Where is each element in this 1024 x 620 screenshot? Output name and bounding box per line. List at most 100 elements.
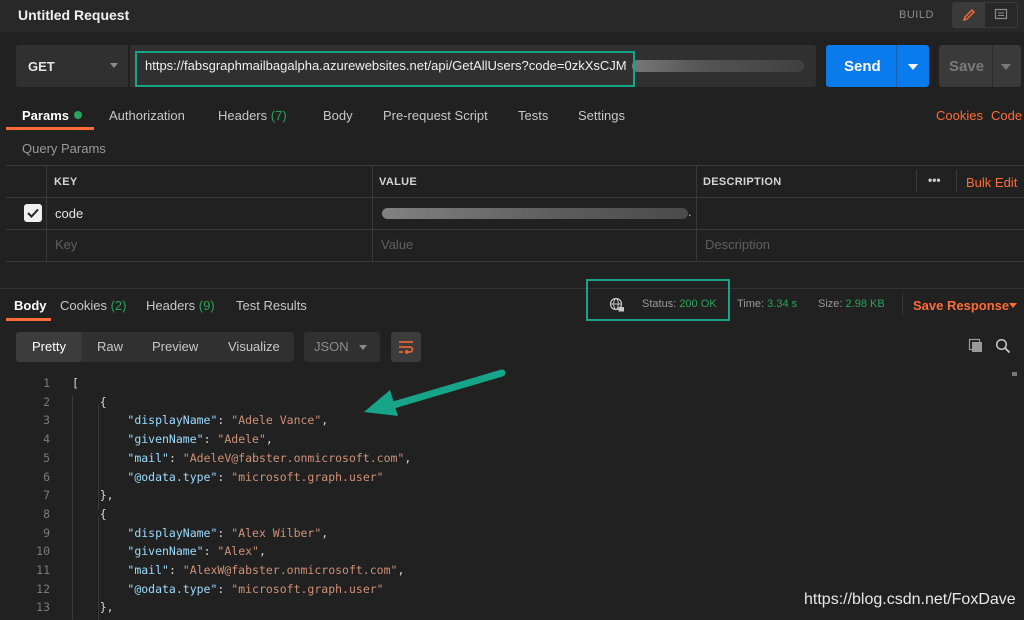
annotation-arrow-icon bbox=[364, 369, 506, 416]
code-line: "givenName": "Alex", bbox=[127, 544, 266, 559]
response-tab-headers[interactable]: Headers (9) bbox=[146, 298, 215, 313]
method-label: GET bbox=[28, 58, 55, 74]
watermark: https://blog.csdn.net/FoxDave bbox=[804, 591, 1016, 608]
json-value: "Adele Vance" bbox=[231, 413, 322, 428]
param-checkbox[interactable] bbox=[24, 204, 42, 222]
json-value: "Adele" bbox=[217, 432, 266, 447]
description-placeholder[interactable]: Description bbox=[705, 237, 770, 252]
send-button[interactable]: Send bbox=[826, 45, 929, 87]
value-placeholder[interactable]: Value bbox=[381, 237, 413, 252]
line-number: 9 bbox=[43, 525, 50, 540]
line-number: 6 bbox=[43, 469, 50, 484]
time-value: 3.34 s bbox=[767, 298, 798, 310]
column-description: DESCRIPTION bbox=[703, 176, 782, 188]
json-key: "mail" bbox=[127, 450, 169, 465]
save-response-button[interactable]: Save Response bbox=[913, 298, 1009, 313]
format-select[interactable]: JSON bbox=[304, 332, 380, 362]
copy-icon[interactable] bbox=[968, 338, 984, 357]
code-line: }, bbox=[72, 600, 114, 615]
view-raw[interactable]: Raw bbox=[97, 339, 123, 354]
json-value: "Alex" bbox=[217, 544, 259, 559]
tab-settings[interactable]: Settings bbox=[578, 108, 625, 123]
url-highlight-box bbox=[135, 51, 635, 87]
response-tab-cookies[interactable]: Cookies (2) bbox=[60, 298, 126, 313]
status-readout: Status: 200 OK bbox=[642, 298, 717, 310]
line-number: 13 bbox=[36, 600, 50, 615]
response-active-tab-indicator bbox=[6, 318, 51, 321]
save-options-chevron-icon[interactable] bbox=[1001, 64, 1011, 70]
code-line: "mail": "AlexW@fabster.onmicrosoft.com", bbox=[127, 563, 405, 577]
key-placeholder[interactable]: Key bbox=[55, 237, 77, 252]
tab-pre-request-script[interactable]: Pre-request Script bbox=[383, 108, 488, 123]
table-row-empty bbox=[6, 230, 1024, 262]
view-visualize[interactable]: Visualize bbox=[228, 339, 280, 354]
code-line: { bbox=[72, 506, 107, 521]
json-value: "Alex Wilber" bbox=[231, 525, 322, 540]
save-button[interactable]: Save bbox=[939, 45, 1021, 87]
chevron-down-icon bbox=[359, 345, 367, 350]
column-key: KEY bbox=[54, 176, 78, 188]
bulk-edit-link[interactable]: Bulk Edit bbox=[966, 175, 1017, 190]
size-value: 2.98 KB bbox=[845, 298, 885, 310]
editor-scrollbar[interactable] bbox=[1012, 372, 1017, 376]
line-number: 5 bbox=[43, 450, 50, 465]
line-number: 3 bbox=[43, 413, 50, 428]
json-key: "displayName" bbox=[127, 413, 218, 428]
response-tab-body[interactable]: Body bbox=[14, 298, 47, 313]
code-line: "displayName": "Alex Wilber", bbox=[127, 525, 329, 540]
param-key[interactable]: code bbox=[55, 206, 83, 221]
params-active-dot bbox=[73, 111, 82, 119]
wrap-icon[interactable] bbox=[391, 332, 421, 362]
send-options-chevron-icon[interactable] bbox=[908, 64, 918, 70]
column-value: VALUE bbox=[379, 176, 417, 188]
tab-tests[interactable]: Tests bbox=[518, 108, 548, 123]
title-bar bbox=[0, 0, 1024, 32]
url-redacted bbox=[632, 60, 804, 72]
json-key: "mail" bbox=[127, 563, 169, 577]
code-line: { bbox=[72, 394, 107, 409]
build-mode-label: BUILD bbox=[899, 9, 934, 21]
code-link[interactable]: Code bbox=[991, 108, 1022, 123]
json-key: "givenName" bbox=[127, 544, 204, 559]
save-response-chevron-icon[interactable] bbox=[1009, 303, 1017, 308]
request-title[interactable]: Untitled Request bbox=[18, 7, 129, 23]
chevron-down-icon bbox=[110, 63, 118, 68]
tab-headers[interactable]: Headers (7) bbox=[218, 108, 287, 123]
json-key: "givenName" bbox=[127, 432, 204, 447]
globe-lock-icon[interactable] bbox=[609, 297, 625, 316]
more-options-icon[interactable]: ••• bbox=[928, 173, 941, 187]
line-number: 7 bbox=[43, 488, 50, 503]
line-number: 11 bbox=[36, 563, 50, 577]
cookies-link[interactable]: Cookies bbox=[936, 108, 983, 123]
mode-toggle bbox=[952, 2, 1018, 28]
line-number: 10 bbox=[36, 544, 50, 559]
line-number: 2 bbox=[43, 394, 50, 409]
param-value-redacted[interactable] bbox=[382, 208, 688, 219]
comment-icon[interactable] bbox=[985, 3, 1017, 27]
view-preview[interactable]: Preview bbox=[152, 339, 198, 354]
json-value: "AlexW@fabster.onmicrosoft.com" bbox=[182, 563, 398, 577]
code-line: "@odata.type": "microsoft.graph.user" bbox=[127, 469, 384, 484]
pencil-icon[interactable] bbox=[953, 3, 985, 27]
search-icon[interactable] bbox=[995, 338, 1011, 357]
active-tab-indicator bbox=[6, 127, 94, 130]
code-line: "displayName": "Adele Vance", bbox=[127, 413, 329, 428]
format-label: JSON bbox=[314, 339, 349, 354]
code-line: [ bbox=[72, 376, 79, 390]
table-header-row bbox=[6, 166, 1024, 198]
code-line: "mail": "AdeleV@fabster.onmicrosoft.com"… bbox=[127, 450, 412, 465]
code-line: }, bbox=[72, 488, 114, 503]
time-readout: Time: 3.34 s bbox=[737, 298, 798, 310]
tab-params[interactable]: Params bbox=[22, 108, 82, 123]
status-value: 200 OK bbox=[679, 298, 717, 310]
tab-body[interactable]: Body bbox=[323, 108, 353, 123]
method-select[interactable]: GET bbox=[16, 45, 128, 87]
line-number: 12 bbox=[36, 581, 50, 596]
line-number: 4 bbox=[43, 432, 50, 447]
response-tab-test-results[interactable]: Test Results bbox=[236, 298, 307, 313]
json-key: "@odata.type" bbox=[127, 469, 218, 484]
view-pretty[interactable]: Pretty bbox=[32, 339, 66, 354]
code-line: "@odata.type": "microsoft.graph.user" bbox=[127, 581, 384, 596]
query-params-title: Query Params bbox=[22, 141, 106, 156]
tab-authorization[interactable]: Authorization bbox=[109, 108, 185, 123]
